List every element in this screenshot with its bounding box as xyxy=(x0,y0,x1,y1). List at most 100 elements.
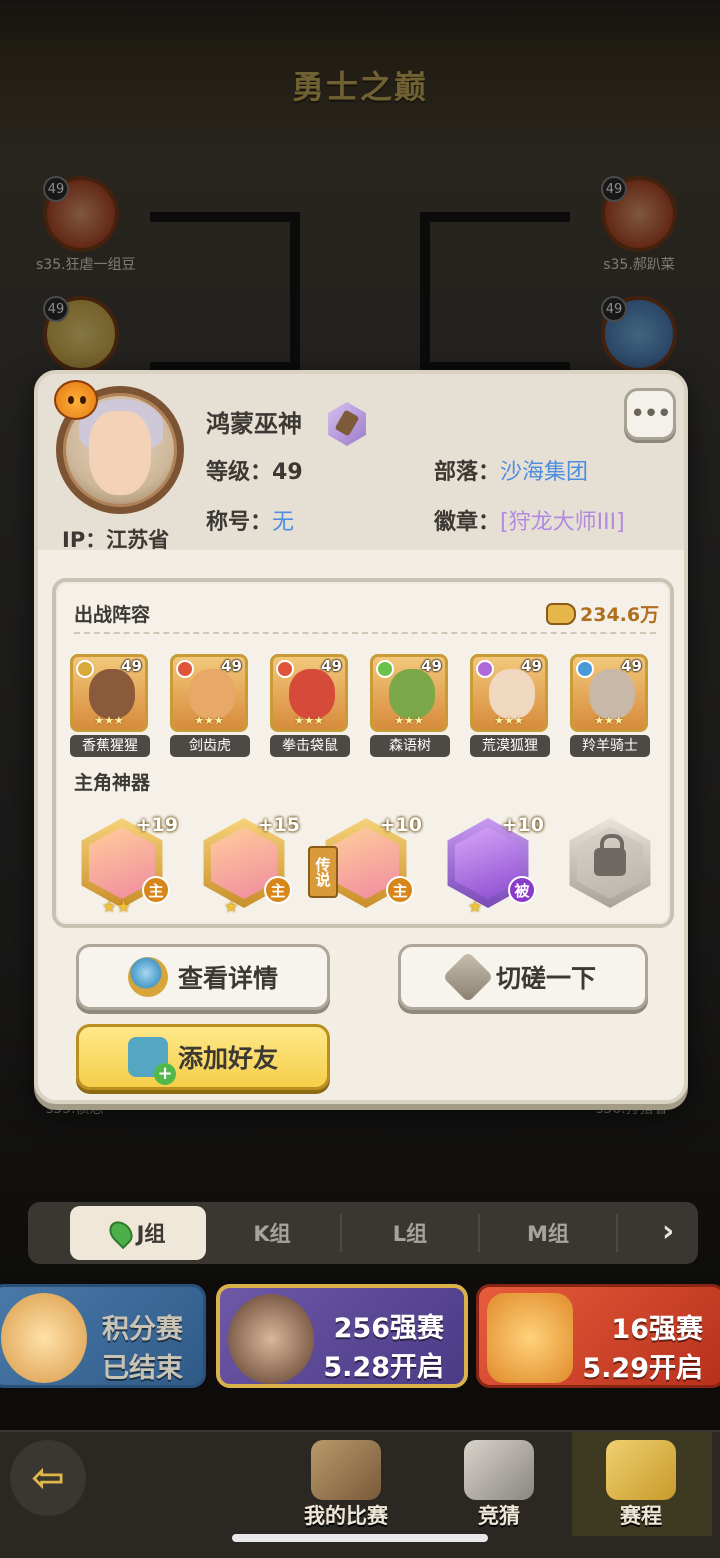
tab-group-m[interactable]: M组 xyxy=(480,1206,616,1260)
add-friend-button[interactable]: 添加好友 xyxy=(76,1024,330,1090)
badge-label: 徽章： xyxy=(434,510,501,535)
tab-label: J组 xyxy=(136,1222,166,1246)
magnifier-icon xyxy=(127,957,168,997)
artifact-type-tag: 主 xyxy=(142,876,170,904)
tab-group-l[interactable]: L组 xyxy=(342,1206,478,1260)
artifact-slot[interactable]: +19 主 ★★ xyxy=(76,814,178,916)
hero-stars: ★★★ xyxy=(294,714,324,727)
hero-name: 剑齿虎 xyxy=(170,735,250,757)
hero-art xyxy=(1,1293,87,1383)
hero-level: 49 xyxy=(521,657,542,675)
level-label: 等级： xyxy=(206,460,273,485)
hero-name: 香蕉猩猩 xyxy=(70,735,150,757)
artifact-plus: +10 xyxy=(379,814,422,836)
tribe-link[interactable]: 沙海集团 xyxy=(500,460,588,485)
nav-my-matches[interactable]: 我的比赛 xyxy=(304,1440,388,1530)
shield-axe-icon xyxy=(311,1440,381,1500)
artifact-stars: ★★ xyxy=(102,897,131,916)
hero-card[interactable]: 49 ★★★ 剑齿虎 xyxy=(170,654,250,757)
hero-level: 49 xyxy=(321,657,342,675)
tab-group-k[interactable]: K组 xyxy=(204,1206,340,1260)
level-row: 等级：49 xyxy=(206,454,303,486)
title-label: 称号： xyxy=(206,510,273,535)
artifact-type-tag: 被 xyxy=(508,876,536,904)
vs-crown-icon xyxy=(487,1293,573,1383)
ip-value: 江苏省 xyxy=(106,528,170,552)
artifact-plus: +10 xyxy=(501,814,544,836)
tab-group-j[interactable]: J组 xyxy=(70,1206,206,1260)
hero-name: 森语树 xyxy=(370,735,450,757)
hero-card[interactable]: 49 ★★★ 森语树 xyxy=(370,654,450,757)
level-value: 49 xyxy=(272,460,303,485)
stage-points[interactable]: 积分赛 已结束 xyxy=(0,1284,206,1388)
profile-header: IP：江苏省 鸿蒙巫神 ••• 等级：49 部落：沙海集团 称号：无 徽章：[狩… xyxy=(38,374,684,552)
legend-tag: 传说 xyxy=(308,846,338,898)
combat-power: 234.6万 xyxy=(546,600,659,627)
player-profile-card: IP：江苏省 鸿蒙巫神 ••• 等级：49 部落：沙海集团 称号：无 徽章：[狩… xyxy=(34,370,688,1104)
crossed-axes-icon xyxy=(442,951,494,1003)
pumpkin-icon xyxy=(54,380,98,420)
player-name: 鸿蒙巫神 xyxy=(206,410,302,438)
hero-stars: ★★★ xyxy=(494,714,524,727)
hero-portrait: 49 ★★★ xyxy=(170,654,248,732)
artifact-slot-locked[interactable] xyxy=(564,814,656,910)
back-arrow-icon[interactable]: ⇦ xyxy=(10,1440,86,1516)
hero-level: 49 xyxy=(421,657,442,675)
combat-power-value: 234.6万 xyxy=(580,604,660,626)
lineup-panel: 出战阵容 234.6万 49 ★★★ 香蕉猩猩 49 ★★★ 剑齿虎 49 ★★★ 拳击袋鼠 49… xyxy=(52,578,674,928)
group-tabs: J组 K组 L组 M组 xyxy=(28,1202,698,1264)
hero-figure xyxy=(389,669,435,719)
tab-divider xyxy=(616,1214,618,1252)
spar-label: 切磋一下 xyxy=(495,964,596,993)
nav-label: 竞猜 xyxy=(478,1504,520,1528)
hero-portrait: 49 ★★★ xyxy=(70,654,148,732)
element-badge-icon xyxy=(476,660,494,678)
hero-name: 羚羊骑士 xyxy=(570,735,650,757)
nav-schedule[interactable]: 赛程 xyxy=(606,1440,676,1530)
badge-row: 徽章：[狩龙大师III] xyxy=(434,504,625,536)
artifact-type-tag: 主 xyxy=(386,876,414,904)
location-pin-icon xyxy=(104,1216,137,1250)
hero-card[interactable]: 49 ★★★ 荒漠狐狸 xyxy=(470,654,550,757)
hero-stars: ★★★ xyxy=(94,714,124,727)
hero-figure xyxy=(289,669,335,719)
hero-name: 荒漠狐狸 xyxy=(470,735,550,757)
view-details-button[interactable]: 查看详情 xyxy=(76,944,330,1010)
hero-portrait: 49 ★★★ xyxy=(570,654,648,732)
hero-portrait: 49 ★★★ xyxy=(370,654,448,732)
lock-icon xyxy=(594,834,626,876)
stage-16[interactable]: 16强赛 5.29开启 xyxy=(476,1284,720,1388)
spar-button[interactable]: 切磋一下 xyxy=(398,944,648,1010)
home-indicator xyxy=(232,1534,488,1542)
divider xyxy=(74,632,656,634)
rank-badge-icon xyxy=(328,402,366,446)
nav-guess[interactable]: 竞猜 xyxy=(464,1440,534,1530)
tab-label: L组 xyxy=(392,1222,428,1246)
artifact-slot[interactable]: +15 主 ★ xyxy=(198,814,300,916)
more-options-button[interactable]: ••• xyxy=(624,388,676,440)
artifact-plus: +19 xyxy=(135,814,178,836)
hero-stars: ★★★ xyxy=(394,714,424,727)
tribe-label: 部落： xyxy=(434,460,501,485)
hero-portrait: 49 ★★★ xyxy=(270,654,348,732)
fist-icon xyxy=(546,602,576,625)
next-group-arrow-icon[interactable]: › xyxy=(662,1214,674,1249)
artifacts-title: 主角神器 xyxy=(74,772,151,794)
hero-card[interactable]: 49 ★★★ 羚羊骑士 xyxy=(570,654,650,757)
dice-icon xyxy=(464,1440,534,1500)
tab-label: M组 xyxy=(527,1222,569,1246)
artifact-stars: ★ xyxy=(224,897,239,916)
stage-256[interactable]: 256强赛 5.28开启 xyxy=(216,1284,468,1388)
hero-figure xyxy=(89,669,135,719)
hero-portrait: 49 ★★★ xyxy=(470,654,548,732)
artifact-slot[interactable]: +10 被 ★ xyxy=(442,814,544,916)
hero-card[interactable]: 49 ★★★ 拳击袋鼠 xyxy=(270,654,350,757)
element-badge-icon xyxy=(376,660,394,678)
artifact-type-tag: 主 xyxy=(264,876,292,904)
artifact-plus: +15 xyxy=(257,814,300,836)
tab-label: K组 xyxy=(253,1222,291,1246)
hero-card[interactable]: 49 ★★★ 香蕉猩猩 xyxy=(70,654,150,757)
view-details-label: 查看详情 xyxy=(177,964,278,993)
calendar-trophy-icon xyxy=(606,1440,676,1500)
hero-stars: ★★★ xyxy=(594,714,624,727)
